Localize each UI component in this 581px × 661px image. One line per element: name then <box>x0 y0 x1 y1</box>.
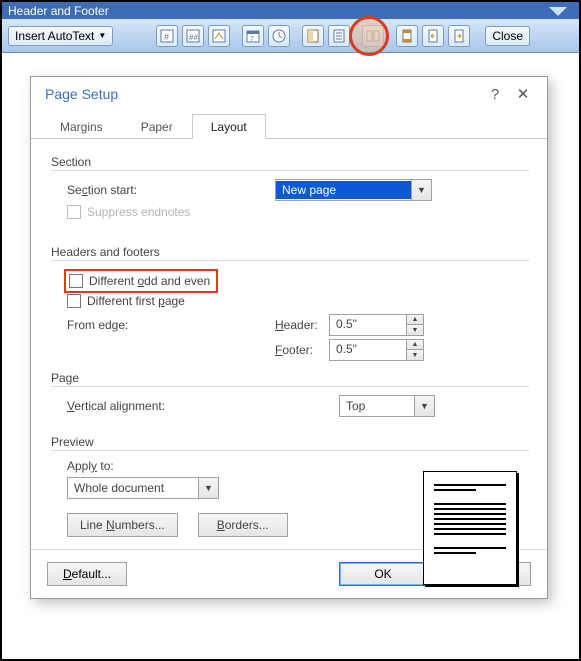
headers-footers-header: Headers and footers <box>51 245 529 261</box>
svg-text:7: 7 <box>250 36 254 43</box>
diff-first-page-label: Different first page <box>87 294 185 308</box>
ok-button[interactable]: OK <box>339 562 427 586</box>
date-icon[interactable]: 7 <box>242 25 264 47</box>
annotation-rect: Different odd and even <box>64 269 218 293</box>
footer-distance-spinner[interactable]: 0.5" ▲▼ <box>329 339 424 361</box>
header-distance-value: 0.5" <box>330 315 406 335</box>
valign-value: Top <box>340 397 414 415</box>
apply-to-select[interactable]: Whole document ▼ <box>67 477 219 499</box>
toolbar-close-label: Close <box>492 29 523 43</box>
show-next-icon[interactable] <box>448 25 470 47</box>
tab-layout[interactable]: Layout <box>192 114 266 139</box>
suppress-endnotes-checkbox <box>67 205 81 219</box>
time-icon[interactable] <box>268 25 290 47</box>
toolbar-close-button[interactable]: Close <box>485 26 530 46</box>
chevron-down-icon: ▼ <box>198 478 218 498</box>
dialog-title: Page Setup <box>45 86 118 102</box>
tab-strip: Margins Paper Layout <box>31 113 547 139</box>
spinner-up-icon[interactable]: ▲ <box>407 340 423 350</box>
apply-to-label: Apply to: <box>67 459 114 473</box>
valign-select[interactable]: Top ▼ <box>339 395 435 417</box>
section-start-label: Section start: <box>67 183 275 197</box>
insert-autotext-button[interactable]: Insert AutoText ▼ <box>8 26 113 46</box>
page-count-icon[interactable]: ## <box>182 25 204 47</box>
diff-odd-even-label: Different odd and even <box>89 274 210 288</box>
switch-header-footer-icon[interactable] <box>396 25 418 47</box>
tab-margins[interactable]: Margins <box>41 114 122 139</box>
svg-text:#: # <box>164 32 169 42</box>
section-start-value: New page <box>276 181 411 199</box>
header-distance-spinner[interactable]: 0.5" ▲▼ <box>329 314 424 336</box>
insert-autotext-label: Insert AutoText <box>15 29 94 43</box>
spinner-down-icon[interactable]: ▼ <box>407 350 423 360</box>
page-setup-dialog: Page Setup ? ✕ Margins Paper Layout Sect… <box>30 76 548 599</box>
apply-to-value: Whole document <box>68 479 198 497</box>
dropdown-icon: ▼ <box>98 31 106 40</box>
toolbar-title-bar: Header and Footer <box>2 2 579 19</box>
close-button[interactable]: ✕ <box>509 85 537 103</box>
show-previous-icon[interactable] <box>422 25 444 47</box>
chevron-down-icon: ▼ <box>414 396 434 416</box>
help-button[interactable]: ? <box>481 86 509 103</box>
default-button[interactable]: Default... <box>47 562 127 586</box>
borders-button[interactable]: Borders... <box>198 513 288 537</box>
tab-paper[interactable]: Paper <box>122 114 192 139</box>
page-number-icon[interactable]: # <box>156 25 178 47</box>
section-header: Section <box>51 155 529 171</box>
page-setup-icon[interactable] <box>302 25 324 47</box>
preview-header: Preview <box>51 435 529 451</box>
suppress-endnotes-label: Suppress endnotes <box>87 205 190 219</box>
show-document-text-icon[interactable] <box>328 25 350 47</box>
format-page-number-icon[interactable] <box>208 25 230 47</box>
toolbar: Insert AutoText ▼ # ## 7 Close <box>2 19 579 53</box>
spinner-down-icon[interactable]: ▼ <box>407 325 423 335</box>
svg-text:##: ## <box>189 33 198 42</box>
toolbar-title: Header and Footer <box>8 4 109 18</box>
diff-first-page-checkbox[interactable] <box>67 294 81 308</box>
preview-thumbnail <box>423 471 517 585</box>
line-numbers-button[interactable]: Line Numbers... <box>67 513 178 537</box>
same-as-previous-icon <box>362 25 384 47</box>
from-edge-label: From edge: <box>67 318 275 332</box>
diff-odd-even-checkbox[interactable] <box>69 274 83 288</box>
footer-distance-label: Footer: <box>275 343 329 357</box>
page-header: Page <box>51 371 529 387</box>
spinner-up-icon[interactable]: ▲ <box>407 315 423 325</box>
chevron-down-icon: ▼ <box>411 180 431 200</box>
toolbar-options-icon[interactable] <box>549 7 567 16</box>
section-start-select[interactable]: New page ▼ <box>275 179 432 201</box>
header-distance-label: Header: <box>275 318 329 332</box>
footer-distance-value: 0.5" <box>330 340 406 360</box>
valign-label: Vertical alignment: <box>67 399 339 413</box>
